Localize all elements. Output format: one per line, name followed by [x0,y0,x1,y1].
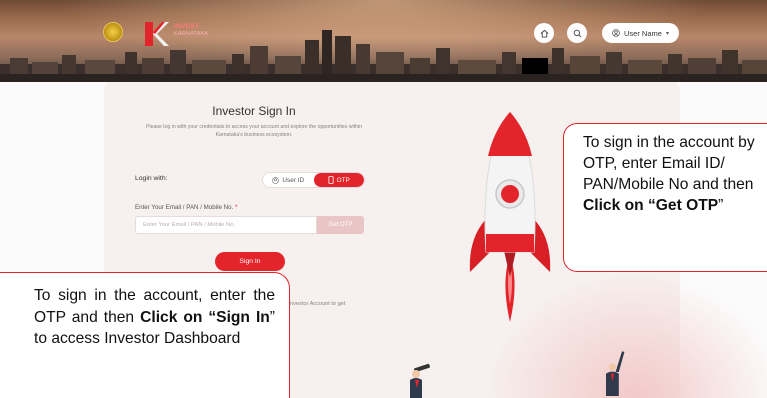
person-pointing-illustration [606,351,625,396]
brand-line-2: KARNATAKA [174,30,209,37]
callout-get-otp-bold: Click on “Get OTP [583,197,719,214]
home-icon [540,29,548,38]
option-user-id-label: User ID [282,176,305,184]
user-icon [612,29,620,37]
callout-get-otp-end: ” [718,197,724,214]
phone-icon [328,176,334,184]
login-method-toggle: User ID OTP [262,172,365,188]
brand-line-1: INVEST [174,23,200,30]
sign-in-button[interactable]: Sign In [215,252,285,271]
login-with-label: Login with: [135,175,168,182]
search-button[interactable] [567,23,587,43]
invest-karnataka-logo-icon [145,22,169,46]
header-banner: INVEST KARNATAKA User Name ▾ [0,0,767,82]
chevron-down-icon: ▾ [665,30,669,37]
page: INVEST KARNATAKA User Name ▾ Investor Si… [0,0,767,398]
page-title: Investor Sign In [212,104,296,118]
identifier-field-label-text: Enter Your Email / PAN / Mobile No. [135,204,234,211]
user-menu-button[interactable]: User Name ▾ [602,23,679,43]
option-user-id[interactable]: User ID [263,173,314,187]
option-otp[interactable]: OTP [313,173,364,187]
option-otp-label: OTP [336,176,350,184]
required-mark: * [234,204,238,211]
user-icon [272,176,280,184]
karnataka-emblem-icon [103,22,123,42]
brand-wordmark: INVEST KARNATAKA [174,23,208,38]
callout-sign-in-bold: Click on “Sign In [140,308,270,326]
callout-sign-in: To sign in the account, enter the OTP an… [0,272,290,398]
rocket-illustration [469,112,551,322]
register-note: nvestor Account to get [290,301,346,307]
home-button[interactable] [534,23,554,43]
user-name-label: User Name [624,28,662,38]
search-icon [573,29,581,37]
identifier-input[interactable]: Enter Your Email / PAN / Mobile No. [135,216,317,234]
page-subtitle: Please log in with your credentials to a… [146,124,362,138]
callout-get-otp: To sign in the account by OTP, enter Ema… [563,123,767,272]
person-with-telescope-illustration [410,363,430,398]
get-otp-button[interactable]: Get OTP [317,216,364,234]
callout-get-otp-text: To sign in the account by OTP, enter Ema… [583,134,755,193]
identifier-field-label: Enter Your Email / PAN / Mobile No. * [135,204,237,211]
